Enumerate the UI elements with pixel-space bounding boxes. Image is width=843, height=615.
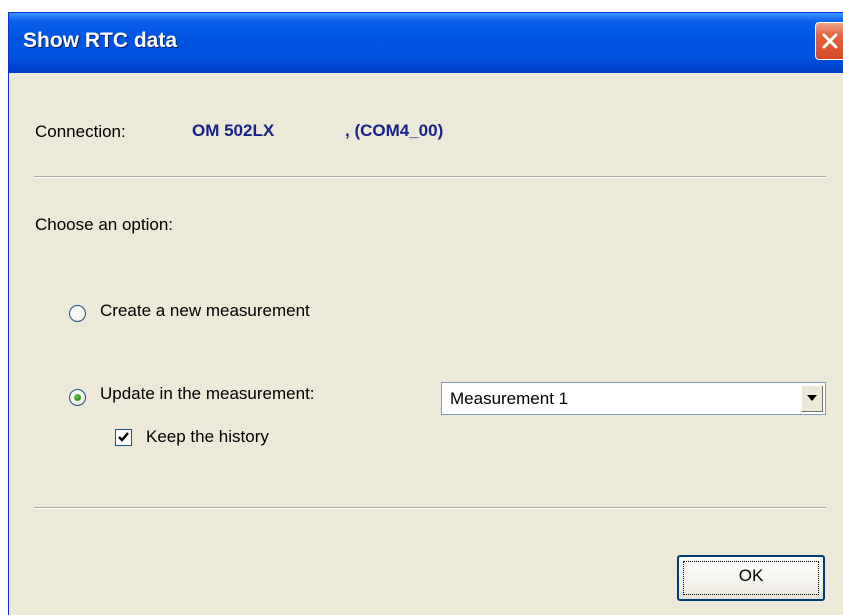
separator-top bbox=[34, 176, 826, 178]
measurement-select-value: Measurement 1 bbox=[450, 389, 569, 408]
create-new-label[interactable]: Create a new measurement bbox=[100, 301, 310, 321]
update-radio[interactable] bbox=[69, 389, 86, 406]
connection-port: , (COM4_00) bbox=[345, 121, 444, 140]
update-label[interactable]: Update in the measurement: bbox=[100, 384, 315, 404]
keep-history-checkbox[interactable] bbox=[115, 429, 132, 446]
dialog-window: Show RTC data Connection: OM 502LX , (CO… bbox=[8, 12, 843, 615]
check-icon bbox=[118, 432, 129, 442]
connection-device: OM 502LX bbox=[192, 121, 275, 140]
keep-history-label[interactable]: Keep the history bbox=[146, 427, 269, 447]
close-icon bbox=[822, 33, 838, 49]
ok-button-label: OK bbox=[738, 566, 764, 585]
radio-selected-dot bbox=[74, 394, 81, 401]
window-title: Show RTC data bbox=[23, 29, 178, 52]
title-bar[interactable]: Show RTC data bbox=[9, 13, 843, 73]
dropdown-button[interactable] bbox=[801, 385, 823, 412]
close-button[interactable] bbox=[815, 22, 843, 60]
ok-button[interactable]: OK bbox=[677, 555, 825, 601]
connection-label: Connection: bbox=[35, 122, 126, 141]
chevron-down-icon bbox=[807, 395, 817, 401]
options-prompt: Choose an option: bbox=[35, 215, 173, 234]
create-new-radio[interactable] bbox=[69, 305, 86, 322]
separator-bottom bbox=[34, 507, 826, 509]
measurement-select[interactable]: Measurement 1 bbox=[441, 382, 826, 415]
